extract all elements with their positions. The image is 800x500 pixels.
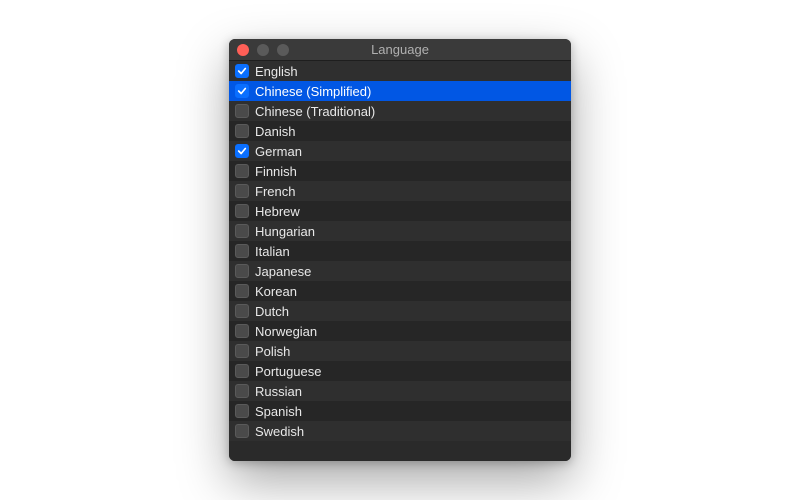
language-checkbox[interactable] bbox=[235, 404, 249, 418]
language-label: Norwegian bbox=[255, 324, 317, 339]
language-row[interactable]: Chinese (Traditional) bbox=[229, 101, 571, 121]
language-row[interactable]: Danish bbox=[229, 121, 571, 141]
minimize-button[interactable] bbox=[257, 44, 269, 56]
check-icon bbox=[237, 66, 247, 76]
language-row[interactable]: Spanish bbox=[229, 401, 571, 421]
traffic-lights bbox=[229, 44, 289, 56]
language-row[interactable]: German bbox=[229, 141, 571, 161]
language-checkbox[interactable] bbox=[235, 424, 249, 438]
language-checkbox[interactable] bbox=[235, 364, 249, 378]
maximize-button[interactable] bbox=[277, 44, 289, 56]
language-checkbox[interactable] bbox=[235, 244, 249, 258]
language-checkbox[interactable] bbox=[235, 124, 249, 138]
language-label: Korean bbox=[255, 284, 297, 299]
language-label: Chinese (Traditional) bbox=[255, 104, 375, 119]
language-checkbox[interactable] bbox=[235, 144, 249, 158]
language-row[interactable]: Chinese (Simplified) bbox=[229, 81, 571, 101]
language-label: Finnish bbox=[255, 164, 297, 179]
language-label: Spanish bbox=[255, 404, 302, 419]
language-row[interactable]: Swedish bbox=[229, 421, 571, 441]
check-icon bbox=[237, 146, 247, 156]
language-label: Dutch bbox=[255, 304, 289, 319]
language-row[interactable]: Russian bbox=[229, 381, 571, 401]
language-checkbox[interactable] bbox=[235, 264, 249, 278]
language-label: French bbox=[255, 184, 295, 199]
language-checkbox[interactable] bbox=[235, 84, 249, 98]
language-checkbox[interactable] bbox=[235, 384, 249, 398]
language-row[interactable]: Hebrew bbox=[229, 201, 571, 221]
language-list[interactable]: English Chinese (Simplified) Chinese (Trad… bbox=[229, 61, 571, 461]
language-row[interactable]: French bbox=[229, 181, 571, 201]
language-row[interactable]: Finnish bbox=[229, 161, 571, 181]
language-label: Hungarian bbox=[255, 224, 315, 239]
language-checkbox[interactable] bbox=[235, 204, 249, 218]
language-row[interactable]: Japanese bbox=[229, 261, 571, 281]
language-checkbox[interactable] bbox=[235, 284, 249, 298]
language-checkbox[interactable] bbox=[235, 304, 249, 318]
language-checkbox[interactable] bbox=[235, 324, 249, 338]
language-checkbox[interactable] bbox=[235, 164, 249, 178]
language-label: Portuguese bbox=[255, 364, 322, 379]
language-row[interactable]: Portuguese bbox=[229, 361, 571, 381]
language-label: Japanese bbox=[255, 264, 311, 279]
language-label: English bbox=[255, 64, 298, 79]
language-label: Russian bbox=[255, 384, 302, 399]
close-button[interactable] bbox=[237, 44, 249, 56]
language-label: Danish bbox=[255, 124, 295, 139]
language-label: Polish bbox=[255, 344, 290, 359]
language-row[interactable]: Norwegian bbox=[229, 321, 571, 341]
language-checkbox[interactable] bbox=[235, 184, 249, 198]
language-row[interactable]: English bbox=[229, 61, 571, 81]
language-row[interactable]: Italian bbox=[229, 241, 571, 261]
check-icon bbox=[237, 86, 247, 96]
language-row[interactable]: Dutch bbox=[229, 301, 571, 321]
titlebar: Language bbox=[229, 39, 571, 61]
language-label: Hebrew bbox=[255, 204, 300, 219]
language-checkbox[interactable] bbox=[235, 64, 249, 78]
language-label: German bbox=[255, 144, 302, 159]
language-label: Italian bbox=[255, 244, 290, 259]
language-window: Language English Chinese (Simplified) Chin… bbox=[229, 39, 571, 461]
language-label: Swedish bbox=[255, 424, 304, 439]
language-checkbox[interactable] bbox=[235, 104, 249, 118]
language-label: Chinese (Simplified) bbox=[255, 84, 371, 99]
language-checkbox[interactable] bbox=[235, 224, 249, 238]
language-checkbox[interactable] bbox=[235, 344, 249, 358]
language-row[interactable]: Polish bbox=[229, 341, 571, 361]
language-row[interactable]: Hungarian bbox=[229, 221, 571, 241]
language-row[interactable]: Korean bbox=[229, 281, 571, 301]
